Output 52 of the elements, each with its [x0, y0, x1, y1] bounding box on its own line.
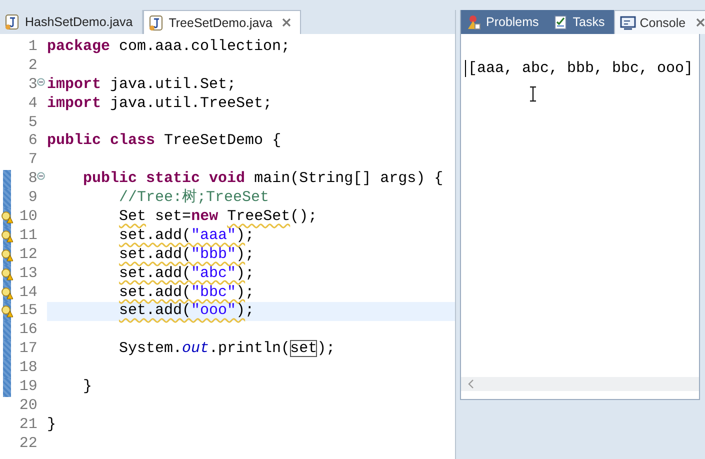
- code-line: }: [47, 416, 56, 435]
- code-line: set.add("abc");: [118, 264, 254, 284]
- line-number: 3: [27, 76, 38, 95]
- line-number: 1: [27, 38, 38, 57]
- code-line: public static void main(String[] args) {: [82, 170, 444, 188]
- line-number: 4: [27, 94, 38, 114]
- code-line: }: [82, 378, 92, 397]
- warning-icon: [466, 14, 482, 30]
- code-line: set.add("aaa");: [118, 226, 254, 246]
- horizontal-scrollbar[interactable]: [461, 377, 699, 391]
- java-file-icon: [5, 14, 21, 30]
- close-icon[interactable]: [696, 18, 705, 27]
- line-number: 5: [27, 114, 38, 132]
- line-number: 19: [18, 378, 38, 397]
- line-number: 12: [18, 246, 38, 265]
- java-file-icon: [148, 14, 165, 30]
- clipboard-icon: [552, 14, 569, 30]
- code-line: set.add("ooo");: [118, 302, 254, 322]
- text-cursor-icon: [529, 86, 537, 102]
- line-number: 11: [18, 226, 38, 246]
- code-line: set.add("bbb");: [118, 246, 254, 265]
- collapse-icon[interactable]: [37, 172, 46, 180]
- code-line: System.out.println(set);: [118, 340, 336, 360]
- line-number: 9: [27, 189, 38, 208]
- line-number: 10: [18, 208, 38, 227]
- line-number: 13: [18, 264, 38, 284]
- line-number: 21: [18, 416, 38, 435]
- code-line: import java.util.TreeSet;: [47, 94, 272, 114]
- code-line: import java.util.Set;: [47, 76, 236, 95]
- console-output: [aaa, abc, bbb, bbc, ooo]: [465, 60, 699, 77]
- line-number: 15: [18, 302, 38, 322]
- line-number: 22: [18, 434, 38, 454]
- monitor-icon: [620, 14, 636, 30]
- line-number: 6: [27, 132, 38, 152]
- scroll-left-icon[interactable]: [467, 379, 475, 389]
- code-line: public class TreeSetDemo {: [47, 132, 282, 152]
- line-number: 16: [18, 321, 38, 340]
- line-number: 7: [27, 151, 38, 170]
- collapse-icon[interactable]: [37, 78, 46, 86]
- line-number: 17: [18, 340, 38, 360]
- close-icon[interactable]: [282, 18, 292, 27]
- line-number: 14: [18, 284, 38, 302]
- line-number: 8: [27, 170, 38, 190]
- code-line: //Tree:树;TreeSet: [118, 189, 270, 208]
- line-number: 20: [18, 396, 38, 416]
- tab[interactable]: Console: [614, 10, 705, 34]
- line-number: 2: [27, 56, 38, 76]
- code-line: Set set=new TreeSet();: [118, 208, 318, 227]
- code-line: package com.aaa.collection;: [47, 38, 290, 57]
- code-line: set.add("bbc");: [118, 284, 254, 302]
- line-number: 18: [18, 359, 38, 378]
- tab[interactable]: TreeSetDemo.java: [142, 10, 302, 34]
